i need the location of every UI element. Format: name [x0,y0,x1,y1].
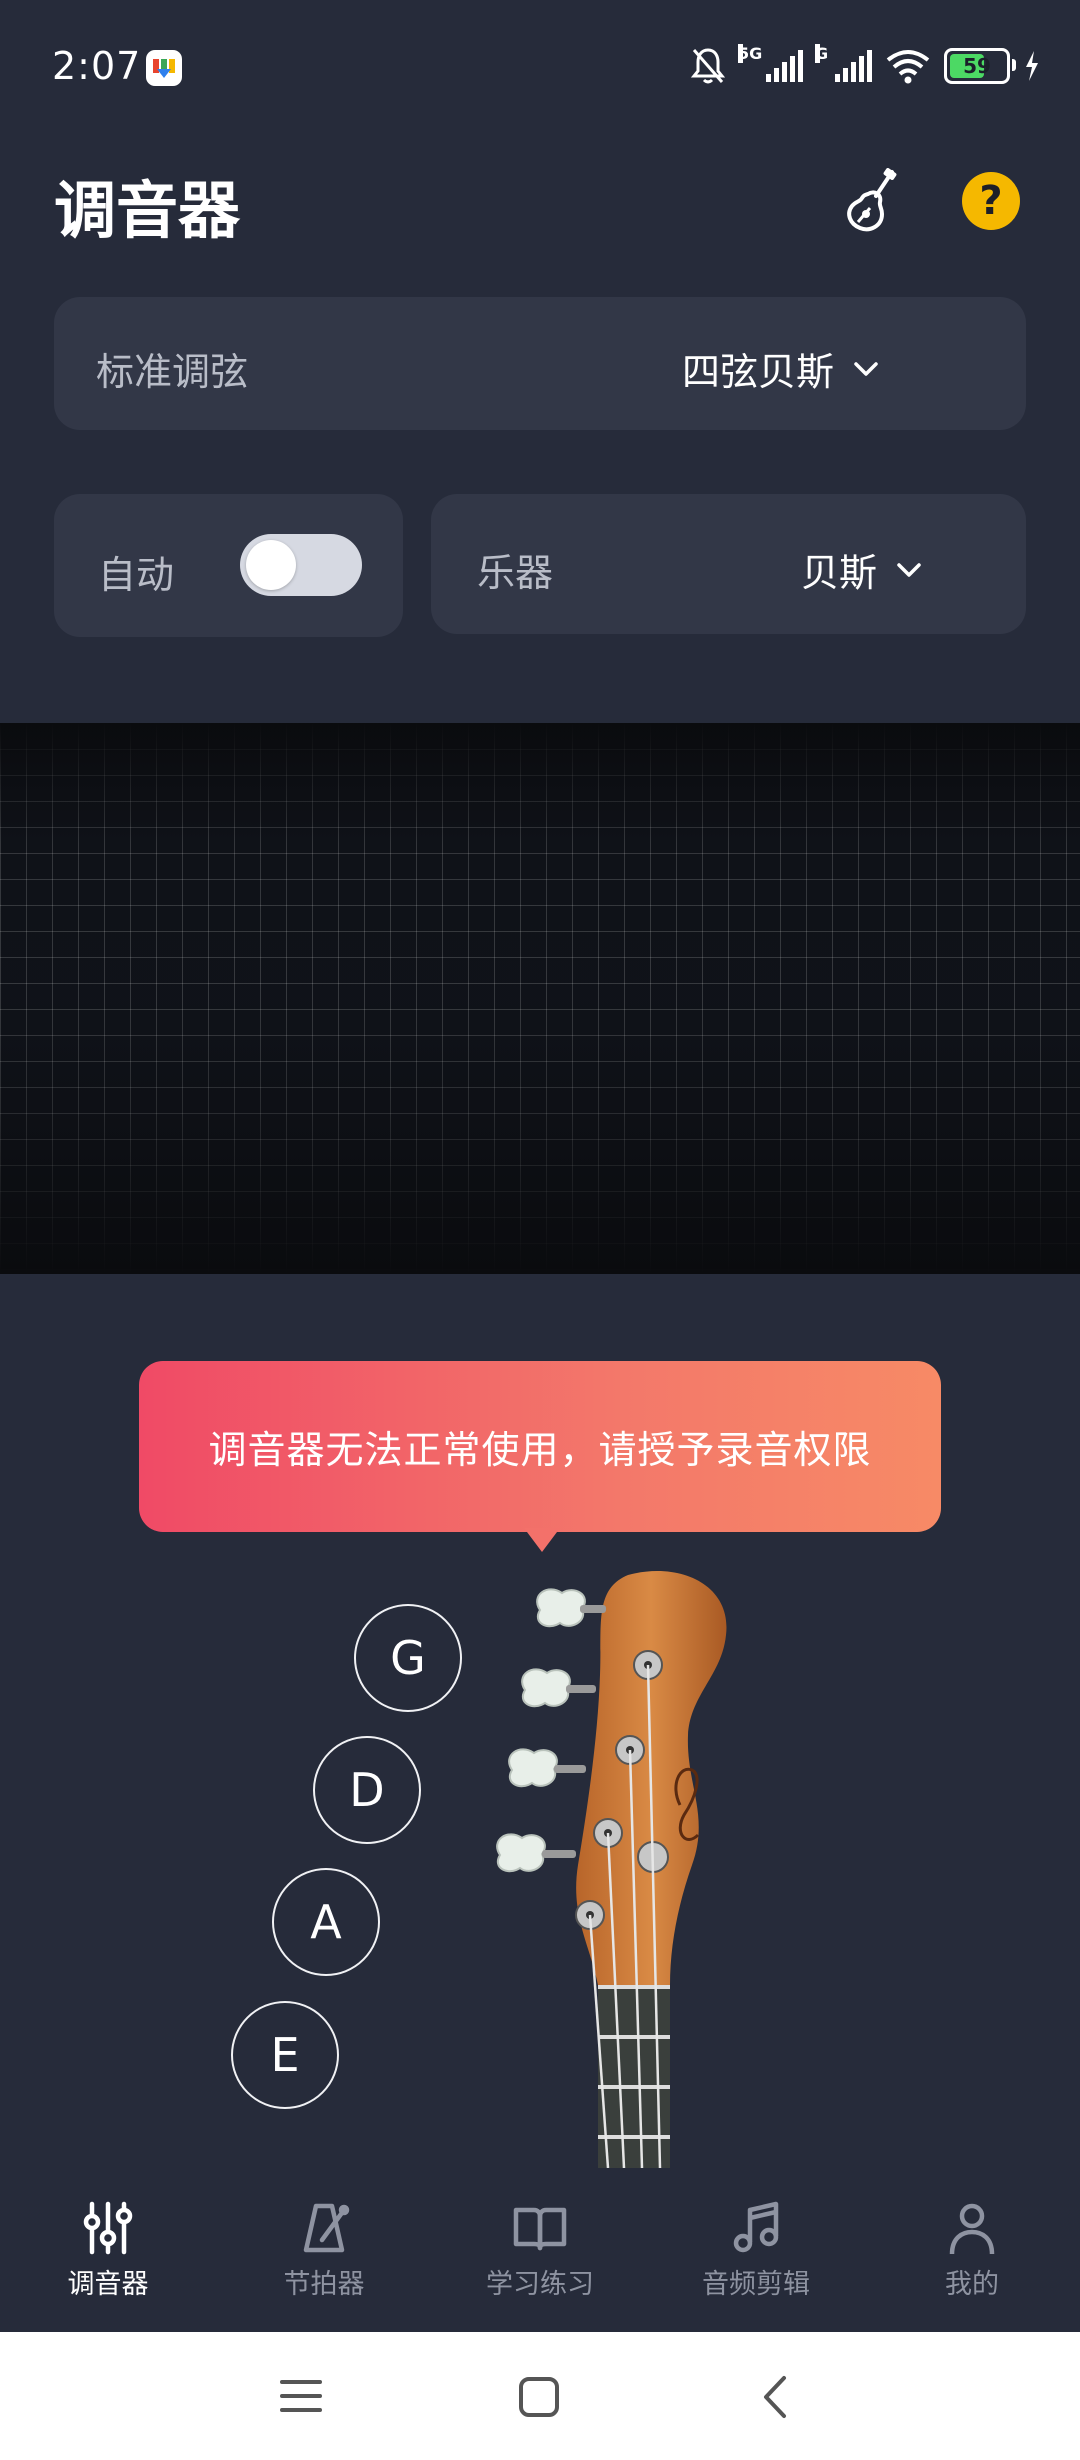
auto-toggle[interactable] [240,534,362,596]
tuning-label: 标准调弦 [96,350,249,394]
battery-icon: 59 [944,48,1016,84]
tuner-sliders-icon [83,2201,133,2255]
status-time: 2:07 [52,44,142,88]
pitch-grid-shading [0,723,1080,1274]
help-icon[interactable]: ? [962,172,1020,230]
instrument-value: 贝斯 [801,542,923,597]
nav-label-profile: 我的 [945,2269,999,2300]
tuning-value: 四弦贝斯 [682,341,880,396]
home-icon[interactable] [518,2376,560,2418]
nav-label-learning: 学习练习 [486,2269,594,2300]
instrument-selector[interactable]: 乐器 贝斯 [431,494,1026,634]
tuning-selector[interactable]: 标准调弦 四弦贝斯 [54,297,1026,430]
nav-item-profile[interactable]: 我的 [864,2168,1080,2332]
permission-message: 调音器无法正常使用，请授予录音权限 [208,1428,872,1472]
chevron-down-icon [854,361,878,376]
page-title: 调音器 [54,174,241,247]
music-note-icon [733,2201,779,2253]
toggle-knob [246,540,296,590]
help-glyph: ? [979,178,1003,224]
chevron-down-icon [897,562,921,577]
auto-label: 自动 [98,553,175,597]
book-icon [513,2207,567,2251]
string-button-g[interactable]: G [354,1604,462,1712]
charging-icon [1026,51,1038,81]
nav-item-metronome[interactable]: 节拍器 [216,2168,432,2332]
bell-muted-icon [690,48,726,84]
permission-tooltip[interactable]: 调音器无法正常使用，请授予录音权限 [139,1361,941,1532]
nav-label-metronome: 节拍器 [283,2269,365,2300]
nav-item-learning[interactable]: 学习练习 [432,2168,648,2332]
bottom-nav: 调音器 节拍器 学习练习 音频剪辑 我的 [0,2168,1080,2332]
status-icons: 5G G 59 [690,44,1040,86]
metronome-icon [303,2203,350,2253]
signal-5g-icon: 5G [738,44,803,82]
person-icon [949,2203,995,2255]
nav-label-tuner: 调音器 [67,2269,149,2300]
string-button-e[interactable]: E [231,2001,339,2109]
string-button-d[interactable]: D [313,1736,421,1844]
instrument-value-text: 贝斯 [801,551,878,595]
tooltip-tail [524,1528,560,1552]
string-button-a[interactable]: A [272,1868,380,1976]
app-notification-icon [146,50,182,86]
nav-item-audio-edit[interactable]: 音频剪辑 [648,2168,864,2332]
nav-item-tuner[interactable]: 调音器 [0,2168,216,2332]
system-navigation-bar [0,2332,1080,2460]
instrument-label: 乐器 [477,551,554,595]
back-icon[interactable] [760,2374,790,2420]
bass-headstock-image [496,1571,727,2168]
menu-icon[interactable] [280,2378,322,2414]
auto-mode-card: 自动 [54,494,403,637]
signal-g-icon: G [815,44,872,82]
guitar-icon[interactable] [842,168,898,238]
nav-label-audio-edit: 音频剪辑 [702,2269,810,2300]
wifi-icon [886,50,930,84]
tuning-value-text: 四弦贝斯 [682,350,835,394]
